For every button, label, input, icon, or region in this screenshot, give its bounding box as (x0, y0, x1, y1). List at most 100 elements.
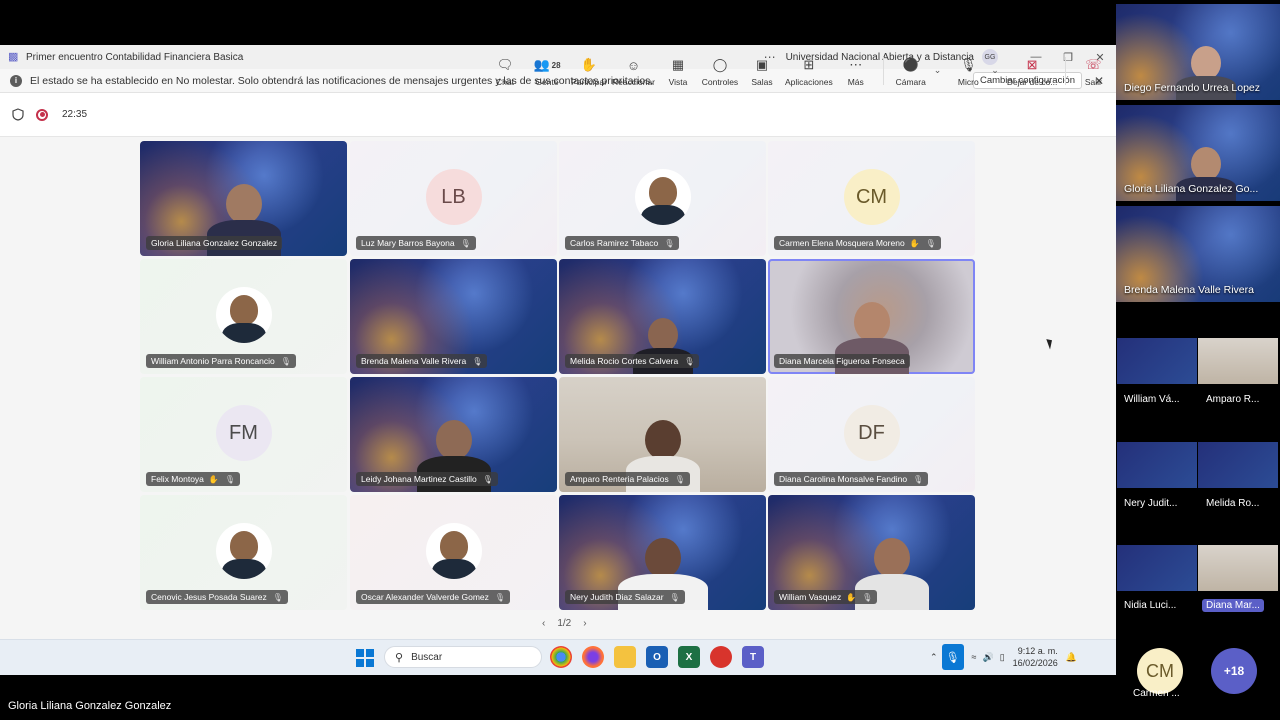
participant-tile-active[interactable]: Diana Marcela Figueroa Fonseca (768, 259, 975, 374)
people-button[interactable]: 👥 28 Gente (528, 55, 566, 89)
participant-tile[interactable]: Brenda Malena Valle Rivera 🎙 (350, 259, 557, 374)
muted-mic-icon: 🎙 (669, 592, 680, 602)
participant-nametag: Cenovic Jesus Posada Suarez 🎙 (146, 590, 288, 604)
toolbar-divider (1065, 57, 1067, 85)
participant-tile[interactable]: Melida Rocio Cortes Calvera 🎙 (559, 259, 766, 374)
windows-start-icon[interactable] (356, 649, 374, 667)
muted-mic-icon: 🎙 (482, 474, 493, 484)
strip-name: Nidia Luci... (1124, 600, 1177, 611)
teams-icon: ▩ (8, 51, 19, 63)
page-indicator: 1/2 (557, 618, 572, 629)
excel-icon[interactable]: X (678, 646, 700, 668)
strip-small-tile[interactable] (1198, 545, 1278, 591)
chevron-up-icon[interactable]: ⌃ (930, 652, 938, 663)
acrobat-icon[interactable] (710, 646, 732, 668)
battery-icon[interactable]: ▯ (1000, 652, 1005, 663)
participant-tile[interactable]: DF Diana Carolina Monsalve Fandino 🎙 (768, 377, 975, 492)
participant-nametag: Oscar Alexander Valverde Gomez 🎙 (356, 590, 511, 604)
strip-name: Carmen ... (1133, 688, 1180, 699)
plus-icon: ⊞ (803, 57, 815, 72)
stop-sharing-button[interactable]: ⊠ Dejar de co... (1007, 55, 1058, 89)
participant-nametag: Brenda Malena Valle Rivera 🎙 (356, 354, 488, 368)
chrome-icon[interactable] (550, 646, 572, 668)
participant-tile[interactable]: Oscar Alexander Valverde Gomez 🎙 (350, 495, 557, 610)
raise-hand-button[interactable]: ✋ Participar (570, 55, 608, 89)
muted-mic-icon: 🎙 (472, 356, 483, 366)
shield-icon[interactable] (12, 108, 24, 121)
smile-icon: ☺ (626, 57, 641, 73)
react-button[interactable]: ☺ Reaccionar (612, 55, 655, 89)
participant-tile[interactable]: CM Carmen Elena Mosquera Moreno ✋ 🎙 (768, 141, 975, 256)
search-icon: ⚲ (395, 651, 404, 664)
taskbar-apps: O X T (550, 646, 774, 668)
strip-small-tile[interactable] (1117, 442, 1197, 488)
taskbar-search[interactable]: ⚲ Buscar (384, 646, 542, 668)
chat-button[interactable]: 🗨 Chat (486, 55, 524, 89)
camera-button[interactable]: ⚫ Cámara (892, 55, 930, 89)
next-page-icon[interactable]: › (583, 618, 586, 629)
mic-active-icon[interactable]: 🎙 (941, 644, 964, 670)
muted-mic-icon: 🎙 (684, 356, 695, 366)
ellipsis-icon: ⋯ (849, 57, 863, 72)
strip-small-tile[interactable] (1198, 442, 1278, 488)
participant-tile[interactable]: Nery Judith Diaz Salazar 🎙 (559, 495, 766, 610)
strip-name: Amparo R... (1206, 394, 1260, 405)
toolbar-divider (882, 57, 884, 85)
leave-button[interactable]: ☏ Salir (1074, 55, 1112, 89)
meeting-timer: 22:35 (62, 109, 88, 120)
participant-avatar: DF (843, 405, 900, 461)
apps-button[interactable]: ⊞ Aplicaciones (785, 55, 833, 89)
participant-avatar: FM (215, 405, 272, 461)
firefox-icon[interactable] (582, 646, 604, 668)
participant-photo (425, 523, 482, 579)
participant-nametag: Diana Carolina Monsalve Fandino 🎙 (774, 472, 929, 486)
taskbar-clock[interactable]: 9:12 a. m. 16/02/2026 (1013, 645, 1058, 669)
participant-tile[interactable]: Amparo Renteria Palacios 🎙 (559, 377, 766, 492)
volume-icon[interactable]: 🔊 (983, 652, 994, 663)
camera-options-chevron-icon[interactable]: ⌄ (934, 65, 942, 89)
participant-nametag: Amparo Renteria Palacios 🎙 (565, 472, 690, 486)
participant-avatar: LB (425, 169, 482, 225)
muted-mic-icon: 🎙 (280, 356, 291, 366)
participant-tile[interactable]: LB Luz Mary Barros Bayona 🎙 (350, 141, 557, 256)
strip-name-active: Diana Mar... (1202, 599, 1264, 612)
strip-video-tile[interactable]: Brenda Malena Valle Rivera (1116, 206, 1280, 302)
info-icon: i (10, 74, 22, 87)
strip-name: Nery Judit... (1124, 498, 1178, 509)
strip-small-tile[interactable] (1117, 545, 1197, 591)
participant-tile[interactable]: William Antonio Parra Roncancio 🎙 (140, 259, 347, 374)
strip-video-tile[interactable]: Diego Fernando Urrea Lopez (1116, 4, 1280, 100)
mic-button[interactable]: 🎙 Micro (949, 55, 987, 89)
participant-nametag: Melida Rocio Cortes Calvera 🎙 (565, 354, 700, 368)
wifi-icon[interactable]: ≈ (972, 652, 977, 662)
more-participants-button[interactable]: +18 (1211, 648, 1257, 694)
window-title: Primer encuentro Contabilidad Financiera… (26, 51, 244, 63)
mic-options-chevron-icon[interactable]: ⌄ (991, 65, 999, 89)
participant-tile[interactable]: FM Felix Montoya ✋ 🎙 (140, 377, 347, 492)
prev-page-icon[interactable]: ‹ (542, 618, 545, 629)
strip-small-tile[interactable] (1198, 338, 1278, 384)
participant-nametag: William Vasquez ✋ 🎙 (774, 590, 878, 604)
strip-small-tile[interactable] (1117, 338, 1197, 384)
outlook-icon[interactable]: O (646, 646, 668, 668)
participant-tile[interactable]: William Vasquez ✋ 🎙 (768, 495, 975, 610)
participant-tile[interactable]: Cenovic Jesus Posada Suarez 🎙 (140, 495, 347, 610)
notification-bell-icon[interactable]: 🔔 (1066, 652, 1077, 663)
rooms-button[interactable]: ▣ Salas (743, 55, 781, 89)
participant-tile[interactable]: Leidy Johana Martinez Castillo 🎙 (350, 377, 557, 492)
windows-taskbar: ⚲ Buscar O X T ⌃ 🎙 ≈ 🔊 ▯ 9:12 a. m. 16/0… (0, 639, 1116, 675)
hand-icon: ✋ (580, 57, 598, 72)
file-explorer-icon[interactable] (614, 646, 636, 668)
muted-mic-icon: 🎙 (925, 238, 936, 248)
view-button[interactable]: ▦ Vista (659, 55, 697, 89)
toolbar-buttons: 🗨 Chat 👥 28 Gente ✋ Participar ☺ Reaccionar ▦… (486, 55, 1132, 89)
speaker-caption: Gloria Liliana Gonzalez Gonzalez (8, 700, 172, 712)
teams-taskbar-icon[interactable]: T (742, 646, 764, 668)
controls-button[interactable]: ◯ Controles (701, 55, 739, 89)
strip-name: Melida Ro... (1206, 498, 1260, 509)
participant-tile[interactable]: Carlos Ramirez Tabaco 🎙 (559, 141, 766, 256)
more-button[interactable]: ⋯ Más (837, 55, 875, 89)
participant-tile[interactable]: Gloria Liliana Gonzalez Gonzalez (140, 141, 347, 256)
hangup-icon: ☏ (1085, 57, 1102, 72)
strip-video-tile[interactable]: Gloria Liliana Gonzalez Go... (1116, 105, 1280, 201)
